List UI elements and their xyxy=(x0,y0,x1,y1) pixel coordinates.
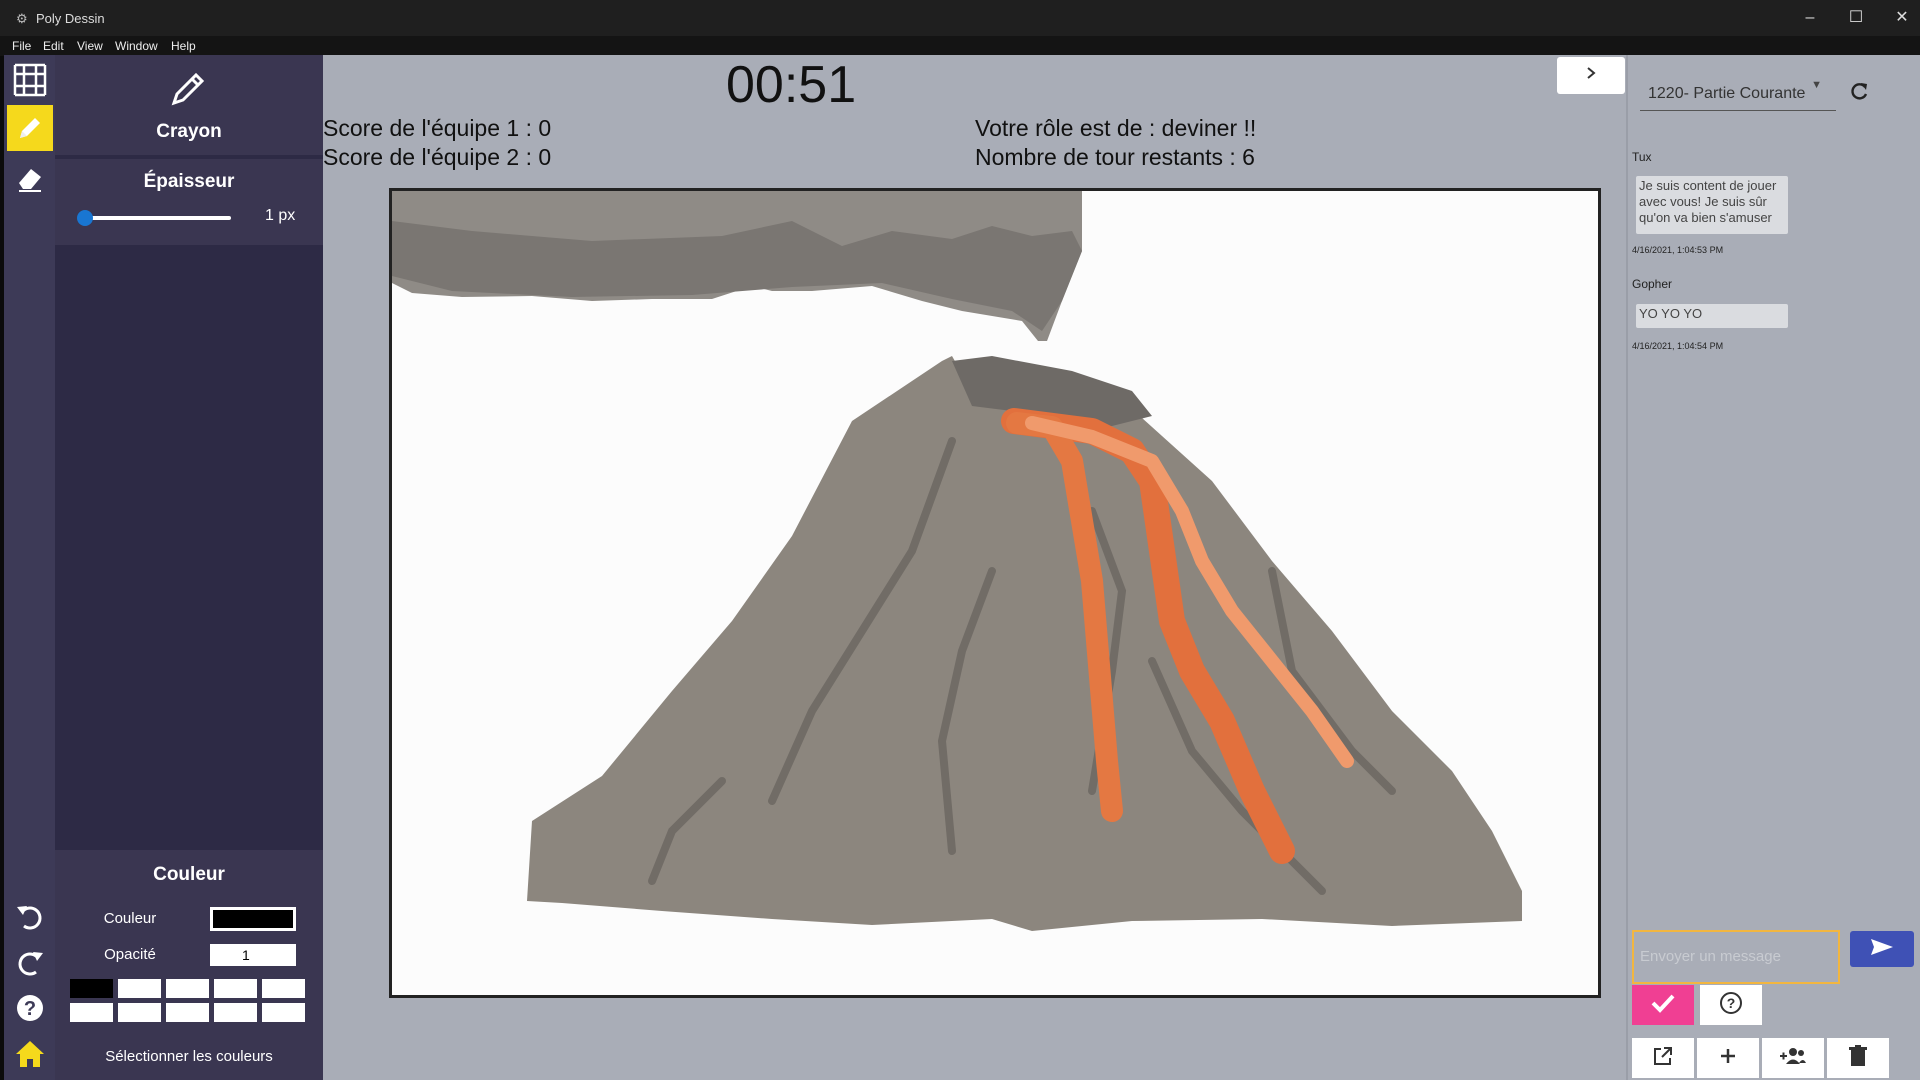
menu-edit[interactable]: Edit xyxy=(43,39,64,53)
window-title: Poly Dessin xyxy=(36,11,105,26)
palette-swatch[interactable] xyxy=(262,979,305,998)
add-group-icon xyxy=(1779,1045,1807,1072)
thickness-value: 1 px xyxy=(265,207,296,224)
grid-icon[interactable] xyxy=(7,57,53,103)
palette-swatch[interactable] xyxy=(118,979,161,998)
send-button[interactable] xyxy=(1850,931,1914,967)
current-color-swatch[interactable] xyxy=(210,907,296,931)
message-text: Je suis content de jouer avec vous! Je s… xyxy=(1636,176,1788,234)
toggle-chat-button[interactable] xyxy=(1557,57,1625,94)
menu-bar: File Edit View Window Help xyxy=(0,36,1920,56)
palette-swatch[interactable] xyxy=(166,1003,209,1022)
crayon-icon xyxy=(170,69,208,112)
redo-icon[interactable] xyxy=(7,939,53,985)
open-external-icon xyxy=(1652,1045,1674,1072)
send-icon xyxy=(1869,937,1895,962)
app-icon: ⚙ xyxy=(16,11,28,26)
home-icon[interactable] xyxy=(7,1031,53,1077)
menu-view[interactable]: View xyxy=(77,39,103,53)
add-icon xyxy=(1717,1045,1739,1072)
menu-file[interactable]: File xyxy=(12,39,31,53)
svg-text:?: ? xyxy=(1727,995,1736,1011)
thickness-slider-track[interactable] xyxy=(83,216,231,220)
color-title: Couleur xyxy=(153,864,225,885)
menu-help[interactable]: Help xyxy=(171,39,196,53)
thickness-section: Épaisseur 1 px xyxy=(55,159,323,245)
menu-window[interactable]: Window xyxy=(115,39,158,53)
round-timer: 00:51 xyxy=(726,56,857,114)
question-icon: ? xyxy=(1719,991,1743,1020)
hint-button[interactable]: ? xyxy=(1700,985,1762,1025)
open-external-button[interactable] xyxy=(1632,1038,1694,1078)
opacity-input[interactable]: 1 xyxy=(210,944,296,966)
color-section: Couleur Couleur Opacité 1 Sélectionner l… xyxy=(55,850,323,1080)
message-author: Tux xyxy=(1632,150,1652,164)
team1-score: Score de l'équipe 1 : 0 xyxy=(323,115,552,141)
chat-panel: 1220- Partie Courante ▼ Tux Je suis cont… xyxy=(1626,55,1920,1080)
palette-swatch[interactable] xyxy=(262,1003,305,1022)
refresh-icon[interactable] xyxy=(1850,81,1870,106)
volcano-drawing xyxy=(392,191,1522,931)
room-select-value: 1220- Partie Courante xyxy=(1648,85,1806,102)
tool-name: Crayon xyxy=(156,121,222,142)
team2-score: Score de l'équipe 2 : 0 xyxy=(323,144,552,170)
minimize-icon[interactable]: – xyxy=(1788,6,1832,30)
palette-swatch[interactable] xyxy=(118,1003,161,1022)
message-time: 4/16/2021, 1:04:53 PM xyxy=(1632,245,1724,255)
tool-section: Crayon xyxy=(55,55,323,155)
palette-swatch[interactable] xyxy=(70,979,113,998)
dropdown-caret-icon: ▼ xyxy=(1811,79,1822,91)
maximize-icon[interactable]: ☐ xyxy=(1834,6,1878,30)
color-palette xyxy=(70,979,310,1022)
opacity-label: Opacité xyxy=(104,946,156,963)
svg-text:?: ? xyxy=(24,998,36,1020)
guess-check-button[interactable] xyxy=(1632,985,1694,1025)
join-room-button[interactable] xyxy=(1762,1038,1824,1078)
close-icon[interactable]: ✕ xyxy=(1880,6,1920,30)
message-input[interactable]: Envoyer un message xyxy=(1632,930,1840,984)
undo-icon[interactable] xyxy=(7,893,53,939)
palette-swatch[interactable] xyxy=(166,979,209,998)
chevron-right-icon xyxy=(1584,66,1598,85)
player-role: Votre rôle est de : deviner !! xyxy=(975,115,1257,141)
select-colors-link[interactable]: Sélectionner les couleurs xyxy=(55,1048,323,1065)
tool-rail: ? xyxy=(4,55,55,1080)
title-bar: ⚙ Poly Dessin – ☐ ✕ xyxy=(0,0,1920,36)
tool-panel: Crayon Épaisseur 1 px Couleur Couleur Op… xyxy=(55,55,323,1080)
thickness-slider-handle[interactable] xyxy=(77,210,93,226)
delete-icon xyxy=(1848,1044,1868,1072)
color-label: Couleur xyxy=(103,910,157,927)
add-room-button[interactable] xyxy=(1697,1038,1759,1078)
message-text: YO YO YO xyxy=(1636,304,1788,328)
delete-room-button[interactable] xyxy=(1827,1038,1889,1078)
message-author: Gopher xyxy=(1632,277,1673,291)
eraser-icon[interactable] xyxy=(7,155,53,201)
message-time: 4/16/2021, 1:04:54 PM xyxy=(1632,341,1724,351)
rounds-remaining: Nombre de tour restants : 6 xyxy=(975,144,1255,170)
app-area: ? Crayon Épaisseur 1 px Couleur Couleur … xyxy=(4,55,1920,1080)
check-icon xyxy=(1650,992,1676,1019)
room-select[interactable]: 1220- Partie Courante ▼ xyxy=(1640,73,1836,111)
pencil-icon[interactable] xyxy=(7,105,53,151)
palette-swatch[interactable] xyxy=(214,979,257,998)
palette-swatch[interactable] xyxy=(214,1003,257,1022)
palette-swatch[interactable] xyxy=(70,1003,113,1022)
help-icon[interactable]: ? xyxy=(7,985,53,1031)
thickness-title: Épaisseur xyxy=(143,171,235,192)
drawing-canvas[interactable] xyxy=(389,188,1601,998)
